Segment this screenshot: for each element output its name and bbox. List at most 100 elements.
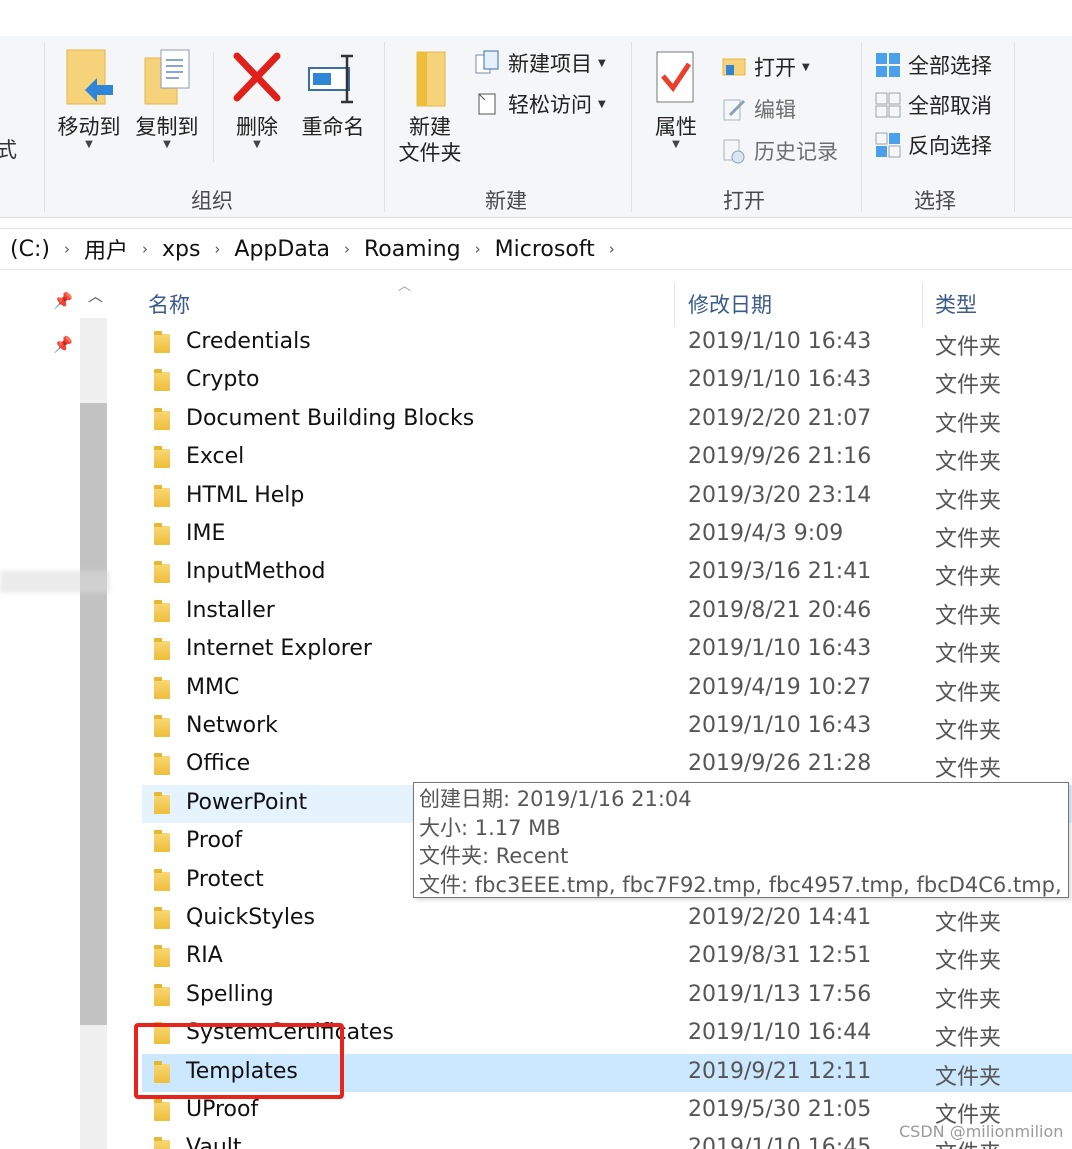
file-modified-date: 2019/4/3 9:09: [688, 521, 844, 546]
history-label: 历史记录: [754, 140, 838, 164]
file-name: RIA: [186, 943, 223, 969]
open-label: 打开: [754, 56, 796, 80]
table-row[interactable]: MMC 2019/4/19 10:27 文件夹: [142, 670, 1072, 708]
file-modified-date: 2019/5/30 21:05: [688, 1097, 872, 1122]
chevron-right-icon[interactable]: ›: [56, 240, 78, 258]
table-row[interactable]: InputMethod 2019/3/16 21:41 文件夹: [142, 554, 1072, 592]
move-to-button[interactable]: 移动到 ▼: [54, 48, 124, 150]
breadcrumb-users[interactable]: 用户: [78, 233, 134, 265]
group-divider: [1014, 42, 1015, 212]
table-row[interactable]: IME 2019/4/3 9:09 文件夹: [142, 516, 1072, 554]
address-bar[interactable]: (C:) › 用户 › xps › AppData › Roaming › Mi…: [0, 228, 1072, 270]
easy-access-label: 轻松访问: [508, 93, 592, 117]
scrollbar-thumb[interactable]: [80, 403, 107, 1025]
file-name: Internet Explorer: [186, 636, 372, 662]
copy-to-button[interactable]: 复制到 ▼: [132, 48, 202, 150]
new-folder-button[interactable]: 新建 文件夹: [394, 48, 466, 166]
table-row[interactable]: Office 2019/9/26 21:28 文件夹: [142, 746, 1072, 784]
file-modified-date: 2019/9/26 21:28: [688, 751, 872, 777]
breadcrumb-appdata[interactable]: AppData: [228, 237, 336, 262]
breadcrumb-microsoft[interactable]: Microsoft: [489, 237, 601, 262]
rename-button[interactable]: 重命名: [296, 48, 370, 140]
file-name: HTML Help: [186, 482, 305, 508]
file-modified-date: 2019/1/10 16:43: [688, 636, 872, 662]
chevron-up-icon[interactable]: ︿: [88, 285, 103, 306]
file-name: InputMethod: [186, 559, 326, 585]
delete-label: 删除: [236, 115, 278, 139]
file-name: Office: [186, 751, 251, 777]
table-row[interactable]: Document Building Blocks 2019/2/20 21:07 文…: [142, 401, 1072, 439]
group-divider: [213, 52, 214, 162]
properties-icon: [656, 51, 694, 103]
file-modified-date: 2019/9/21 12:11: [688, 1058, 872, 1084]
file-name: UProof: [186, 1097, 259, 1122]
file-name: Proof: [186, 828, 243, 854]
file-modified-date: 2019/4/19 10:27: [688, 674, 872, 700]
history-button[interactable]: 历史记录: [720, 134, 838, 168]
chevron-right-icon[interactable]: ›: [336, 240, 358, 258]
file-type: 文件夹: [935, 527, 1002, 552]
file-type: 文件夹: [935, 757, 1002, 783]
folder-icon: [154, 523, 170, 545]
breadcrumb-xps[interactable]: xps: [156, 237, 206, 262]
properties-button[interactable]: 属性 ▼: [643, 48, 709, 150]
watermark: CSDN @milionmilion: [899, 1122, 1064, 1141]
file-modified-date: 2019/1/10 16:44: [688, 1020, 872, 1046]
file-modified-date: 2019/9/26 21:16: [688, 444, 872, 470]
column-divider[interactable]: [674, 283, 675, 327]
select-all-button[interactable]: 全部选择: [874, 48, 992, 82]
chevron-right-icon[interactable]: ›: [467, 240, 489, 258]
chevron-down-icon: ▼: [163, 139, 171, 150]
column-header-name[interactable]: 名称: [148, 289, 190, 319]
invert-selection-button[interactable]: 反向选择: [874, 128, 992, 162]
table-row[interactable]: RIA 2019/8/31 12:51 文件夹: [142, 938, 1072, 976]
group-label-select: 选择: [914, 189, 956, 213]
file-name: IME: [186, 521, 226, 546]
table-row[interactable]: HTML Help 2019/3/20 23:14 文件夹: [142, 478, 1072, 516]
table-row[interactable]: Network 2019/1/10 16:43 文件夹: [142, 708, 1072, 746]
table-row[interactable]: Installer 2019/8/21 20:46 文件夹: [142, 593, 1072, 631]
pin-icon[interactable]: 📌: [53, 291, 73, 310]
new-item-button[interactable]: 新建项目 ▼: [474, 46, 606, 80]
chevron-right-icon[interactable]: ›: [134, 240, 156, 258]
pin-icon[interactable]: 📌: [53, 335, 73, 354]
file-modified-date: 2019/2/20 14:41: [688, 905, 872, 930]
invert-selection-label: 反向选择: [908, 134, 992, 158]
select-none-button[interactable]: 全部取消: [874, 88, 992, 122]
open-button[interactable]: 打开 ▼: [720, 50, 810, 84]
table-row[interactable]: Credentials 2019/1/10 16:43 文件夹: [142, 324, 1072, 362]
column-header-modified[interactable]: 修改日期: [688, 289, 772, 319]
column-divider[interactable]: [922, 283, 923, 327]
chevron-down-icon: ▼: [253, 139, 261, 150]
file-modified-date: 2019/3/20 23:14: [688, 482, 872, 508]
folder-icon: [154, 331, 170, 353]
edit-button[interactable]: 编辑: [720, 92, 796, 126]
breadcrumb-roaming[interactable]: Roaming: [358, 237, 467, 262]
move-to-label: 移动到: [57, 115, 121, 139]
history-icon: [720, 137, 748, 165]
table-row[interactable]: Excel 2019/9/26 21:16 文件夹: [142, 439, 1072, 477]
chevron-right-icon[interactable]: ›: [206, 240, 228, 258]
file-modified-date: 2019/1/10 16:43: [688, 329, 872, 354]
breadcrumb-drive[interactable]: (C:): [4, 237, 56, 262]
table-row[interactable]: Internet Explorer 2019/1/10 16:43 文件夹: [142, 631, 1072, 669]
easy-access-button[interactable]: 轻松访问 ▼: [474, 87, 606, 121]
table-row[interactable]: Spelling 2019/1/13 17:56 文件夹: [142, 977, 1072, 1015]
file-modified-date: 2019/1/10 16:43: [688, 367, 872, 393]
chevron-right-icon[interactable]: ›: [601, 240, 623, 258]
new-folder-label-line1: 新建: [409, 115, 451, 139]
file-type: 文件夹: [935, 1064, 1002, 1090]
table-row[interactable]: QuickStyles 2019/2/20 14:41 文件夹: [142, 900, 1072, 938]
file-type: 文件夹: [935, 603, 1002, 629]
folder-icon: [154, 446, 170, 469]
table-row[interactable]: Crypto 2019/1/10 16:43 文件夹: [142, 362, 1072, 400]
copy-to-icon: [144, 49, 190, 105]
file-type: 文件夹: [935, 642, 1002, 668]
invert-selection-icon: [874, 131, 902, 159]
delete-button[interactable]: 删除 ▼: [226, 48, 288, 150]
tooltip-created: 创建日期: 2019/1/16 21:04: [419, 787, 692, 811]
rename-icon: [308, 54, 353, 104]
file-modified-date: 2019/1/10 16:45: [688, 1135, 872, 1149]
file-name: Excel: [186, 444, 245, 470]
column-header-type[interactable]: 类型: [935, 289, 977, 319]
